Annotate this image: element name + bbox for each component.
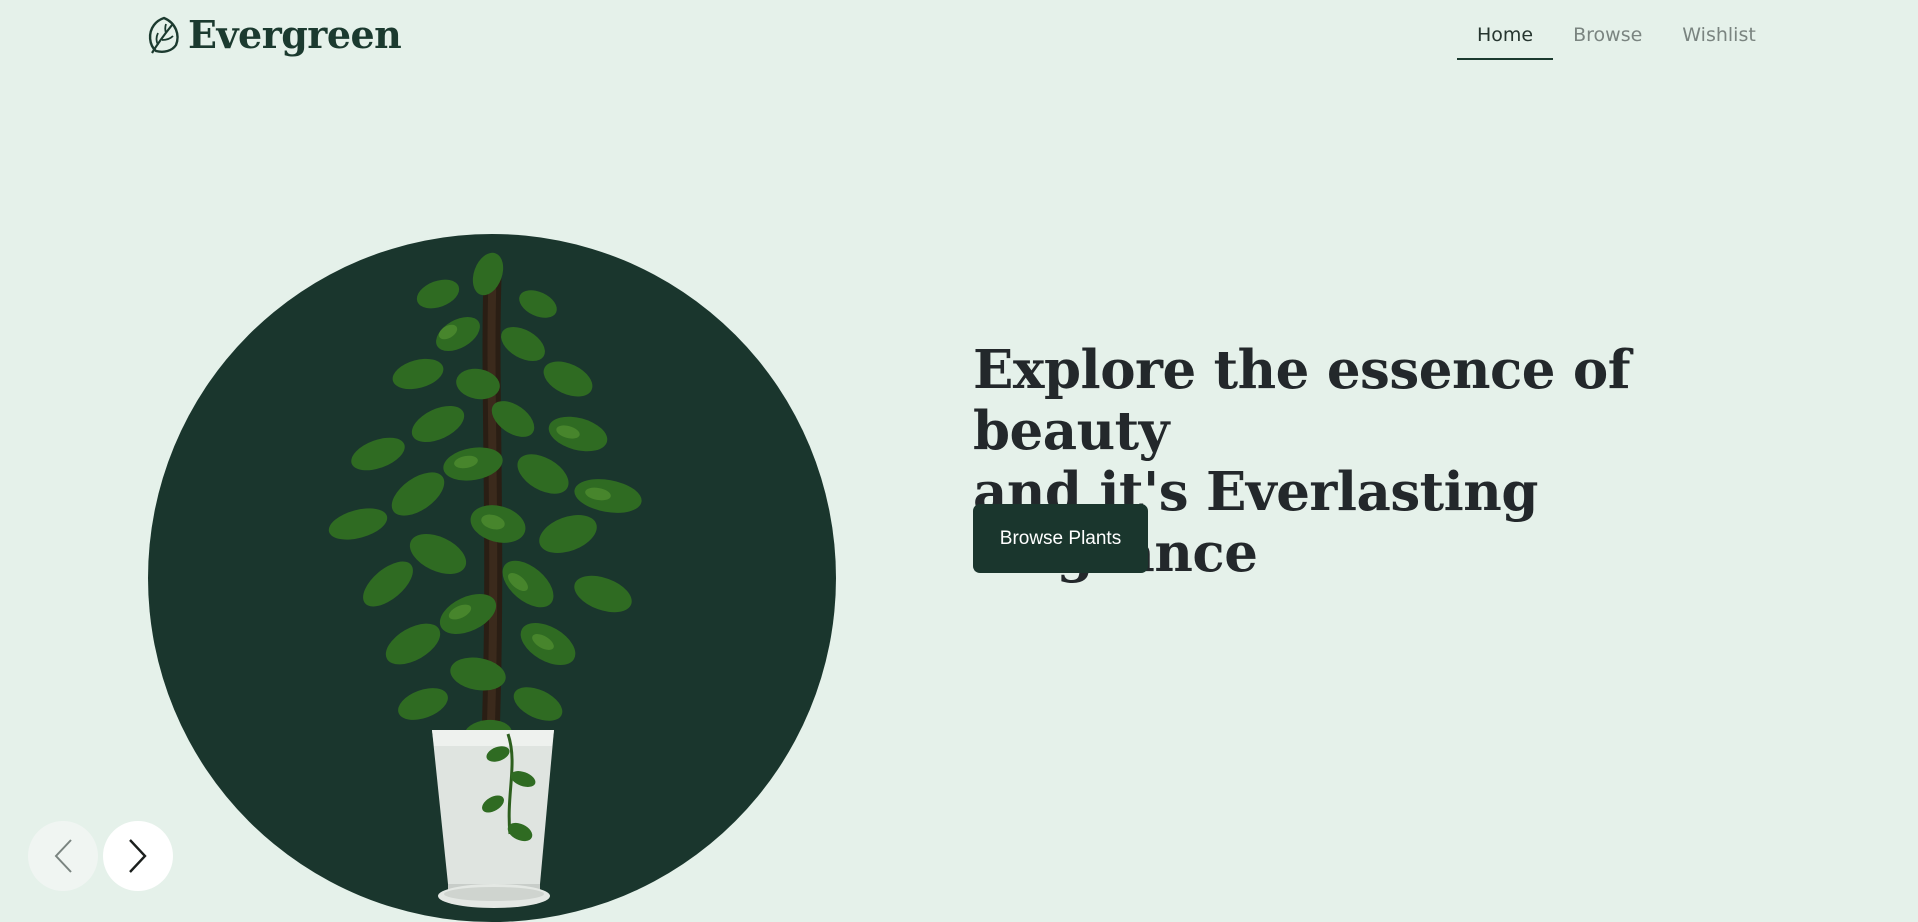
hero-image-circle <box>148 234 836 922</box>
nav-item-wishlist[interactable]: Wishlist <box>1662 0 1776 60</box>
leaf-logo-icon <box>148 16 179 54</box>
headline-line-1: Explore the essence of beauty <box>973 339 1631 462</box>
site-header: Evergreen Home Browse Wishlist <box>0 0 1918 70</box>
nav-item-home[interactable]: Home <box>1457 0 1554 60</box>
main-nav: Home Browse Wishlist <box>1457 0 1776 62</box>
chevron-right-icon <box>129 839 147 873</box>
brand-name: Evergreen <box>188 12 402 57</box>
carousel-prev-button[interactable] <box>28 821 98 891</box>
browse-plants-button[interactable]: Browse Plants <box>973 504 1148 573</box>
nav-item-browse[interactable]: Browse <box>1553 0 1662 60</box>
logo[interactable]: Evergreen <box>146 12 402 58</box>
chevron-left-icon <box>54 839 72 873</box>
potted-plant-image <box>328 252 642 908</box>
carousel-next-button[interactable] <box>103 821 173 891</box>
